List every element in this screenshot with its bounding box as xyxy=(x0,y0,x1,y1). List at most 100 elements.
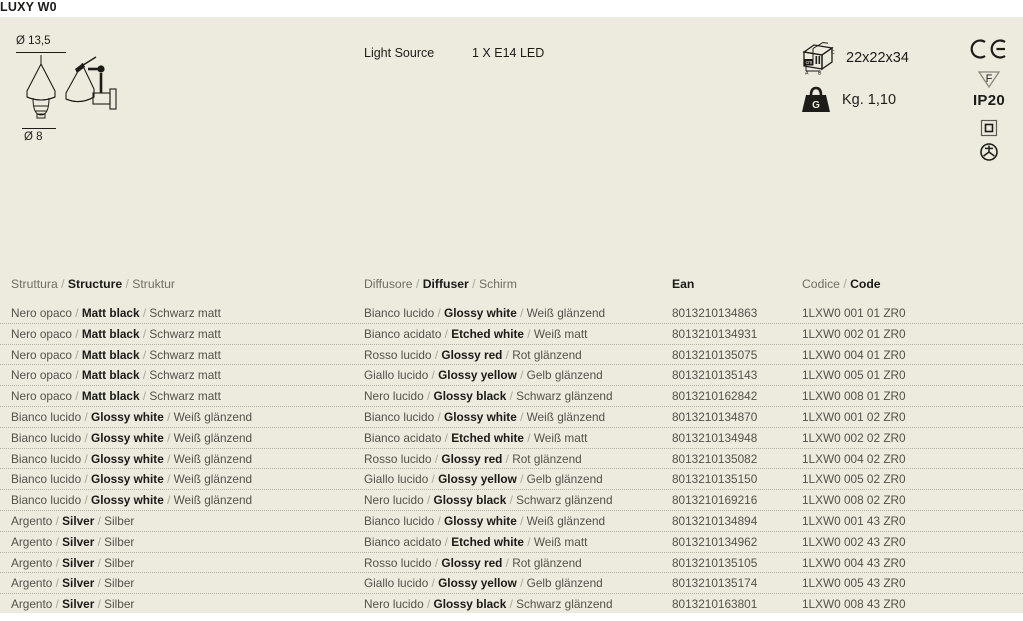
column-header-structure: Struttura / Structure / Struktur xyxy=(11,277,175,291)
cell-ean: 8013210134863 xyxy=(672,306,758,320)
cell-ean: 8013210162842 xyxy=(672,389,758,404)
cell-diffuser: Bianco acidato / Etched white / Weiß mat… xyxy=(364,430,588,445)
column-header-diffuser: Diffusore / Diffuser / Schirm xyxy=(364,277,517,291)
cell-structure: Argento / Silver / Silber xyxy=(11,534,135,549)
svg-text:B: B xyxy=(818,71,822,76)
table-row[interactable]: Nero opaco / Matt black / Schwarz matt Ro… xyxy=(0,345,1023,366)
cell-diffuser: Rosso lucido / Glossy red / Rot glänzend xyxy=(364,347,582,362)
cell-diffuser: Rosso lucido / Glossy red / Rot glänzend xyxy=(364,451,582,466)
weight-icon: G xyxy=(802,86,830,112)
table-row[interactable]: Nero opaco / Matt black / Schwarz matt Ne… xyxy=(0,386,1023,407)
cell-structure: Bianco lucido / Glossy white / Weiß glän… xyxy=(11,409,253,424)
cell-code: 1LXW0 004 01 ZR0 xyxy=(802,347,906,362)
cell-diffuser: Bianco lucido / Glossy white / Weiß glän… xyxy=(364,409,606,424)
class-2-double-insulation-icon xyxy=(962,119,1016,142)
cell-code: 1LXW0 008 43 ZR0 xyxy=(802,597,906,612)
certification-icons: F IP20 xyxy=(962,39,1020,161)
cell-code: 1LXW0 005 02 ZR0 xyxy=(802,472,906,487)
cell-code: 1LXW0 002 01 ZR0 xyxy=(802,326,906,341)
ip-rating-label: IP20 xyxy=(972,92,1006,109)
cell-code: 1LXW0 004 43 ZR0 xyxy=(802,555,906,570)
f-mark-icon: F xyxy=(962,69,1016,94)
cell-ean: 8013210134948 xyxy=(672,430,758,445)
cell-ean: 8013210134894 xyxy=(672,513,758,528)
cell-code: 1LXW0 005 43 ZR0 xyxy=(802,576,906,591)
cell-diffuser: Giallo lucido / Glossy yellow / Gelb glä… xyxy=(364,472,603,487)
cell-code: 1LXW0 008 02 ZR0 xyxy=(802,493,906,508)
cell-ean: 8013210134870 xyxy=(672,409,758,424)
cell-diffuser: Rosso lucido / Glossy red / Rot glänzend xyxy=(364,555,582,570)
cell-structure: Nero opaco / Matt black / Schwarz matt xyxy=(11,368,221,383)
cell-structure: Bianco lucido / Glossy white / Weiß glän… xyxy=(11,472,253,487)
diameter-top-label: Ø 13,5 xyxy=(16,35,51,47)
svg-text:A: A xyxy=(805,71,809,76)
cell-diffuser: Bianco acidato / Etched white / Weiß mat… xyxy=(364,326,588,341)
svg-text:G: G xyxy=(812,100,820,111)
diameter-bottom-rule xyxy=(22,128,56,129)
package-dimensions-row: cm A B C 22x22x34 xyxy=(798,41,909,75)
cell-ean: 8013210135105 xyxy=(672,555,758,570)
table-header-row: Struttura / Structure / Struktur Diffuso… xyxy=(0,265,1023,303)
cell-structure: Argento / Silver / Silber xyxy=(11,513,135,528)
cell-structure: Argento / Silver / Silber xyxy=(11,597,135,612)
cell-ean: 8013210135082 xyxy=(672,451,758,466)
cell-ean: 8013210163801 xyxy=(672,597,758,612)
cell-diffuser: Giallo lucido / Glossy yellow / Gelb glä… xyxy=(364,576,603,591)
diameter-bottom-label: Ø 8 xyxy=(24,131,43,143)
cell-code: 1LXW0 004 02 ZR0 xyxy=(802,451,906,466)
table-row[interactable]: Bianco lucido / Glossy white / Weiß glän… xyxy=(0,407,1023,428)
cell-ean: 8013210134931 xyxy=(672,326,758,341)
page-title: LUXY W0 xyxy=(0,0,57,14)
cell-structure: Nero opaco / Matt black / Schwarz matt xyxy=(11,389,221,404)
enec-mark-icon xyxy=(962,142,1016,167)
svg-text:C: C xyxy=(831,50,835,56)
table-row[interactable]: Argento / Silver / Silber Giallo lucido /… xyxy=(0,573,1023,595)
table-row[interactable]: Bianco lucido / Glossy white / Weiß glän… xyxy=(0,490,1023,511)
cell-diffuser: Nero lucido / Glossy black / Schwarz glä… xyxy=(364,597,613,612)
cell-code: 1LXW0 008 01 ZR0 xyxy=(802,389,906,404)
cell-structure: Nero opaco / Matt black / Schwarz matt xyxy=(11,326,221,341)
cell-code: 1LXW0 001 01 ZR0 xyxy=(802,306,906,320)
table-row[interactable]: Argento / Silver / Silber Rosso lucido / … xyxy=(0,553,1023,574)
table-row[interactable]: Argento / Silver / Silber Bianco lucido /… xyxy=(0,511,1023,532)
light-source-value: 1 X E14 LED xyxy=(472,46,545,60)
table-row[interactable]: Nero opaco / Matt black / Schwarz matt Bi… xyxy=(0,303,1023,324)
cell-ean: 8013210135150 xyxy=(672,472,758,487)
table-row[interactable]: Argento / Silver / Silber Nero lucido / G… xyxy=(0,594,1023,615)
cell-ean: 8013210135075 xyxy=(672,347,758,362)
table-body: Nero opaco / Matt black / Schwarz matt Bi… xyxy=(0,303,1023,615)
svg-text:cm: cm xyxy=(806,60,813,66)
table-row[interactable]: Bianco lucido / Glossy white / Weiß glän… xyxy=(0,449,1023,470)
table-row[interactable]: Nero opaco / Matt black / Schwarz matt Gi… xyxy=(0,365,1023,387)
cell-code: 1LXW0 002 43 ZR0 xyxy=(802,534,906,549)
cell-structure: Bianco lucido / Glossy white / Weiß glän… xyxy=(11,493,253,508)
column-header-ean: Ean xyxy=(672,277,695,291)
light-source-block: Light Source 1 X E14 LED xyxy=(364,46,544,60)
column-header-code: Codice / Code xyxy=(802,277,881,291)
cell-code: 1LXW0 005 01 ZR0 xyxy=(802,368,906,383)
carton-box-icon: cm A B C xyxy=(802,41,835,76)
table-row[interactable]: Bianco lucido / Glossy white / Weiß glän… xyxy=(0,469,1023,491)
wall-lamp-drawing xyxy=(65,56,117,110)
variants-table: Struttura / Structure / Struktur Diffuso… xyxy=(0,265,1023,615)
table-row[interactable]: Bianco lucido / Glossy white / Weiß glän… xyxy=(0,428,1023,449)
cell-diffuser: Giallo lucido / Glossy yellow / Gelb glä… xyxy=(364,368,603,383)
cell-ean: 8013210135143 xyxy=(672,368,758,383)
svg-text:F: F xyxy=(986,73,993,85)
cell-structure: Nero opaco / Matt black / Schwarz matt xyxy=(11,306,221,320)
cell-structure: Argento / Silver / Silber xyxy=(11,576,135,591)
cell-structure: Argento / Silver / Silber xyxy=(11,555,135,570)
table-row[interactable]: Argento / Silver / Silber Bianco acidato … xyxy=(0,532,1023,553)
cell-diffuser: Bianco lucido / Glossy white / Weiß glän… xyxy=(364,513,606,528)
cell-diffuser: Bianco lucido / Glossy white / Weiß glän… xyxy=(364,306,606,320)
cell-ean: 8013210169216 xyxy=(672,493,758,508)
cell-diffuser: Nero lucido / Glossy black / Schwarz glä… xyxy=(364,493,613,508)
table-row[interactable]: Nero opaco / Matt black / Schwarz matt Bi… xyxy=(0,324,1023,345)
cell-structure: Bianco lucido / Glossy white / Weiß glän… xyxy=(11,430,253,445)
sheet-body: Ø 13,5 Ø 8 Light Source 1 X E14 LED cm A… xyxy=(0,17,1023,615)
footer-strip xyxy=(0,613,1023,621)
ce-mark-icon xyxy=(962,39,1016,64)
package-dimensions-value: 22x22x34 xyxy=(846,50,909,66)
cell-structure: Nero opaco / Matt black / Schwarz matt xyxy=(11,347,221,362)
cell-code: 1LXW0 001 43 ZR0 xyxy=(802,513,906,528)
